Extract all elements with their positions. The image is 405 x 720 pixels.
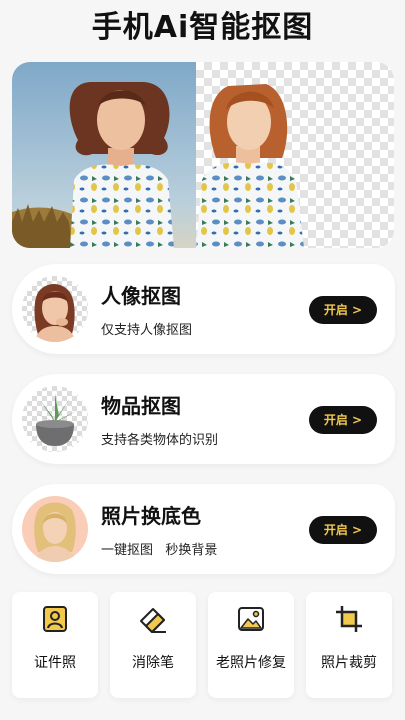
feature-card-object-cutout[interactable]: 物品抠图 支持各类物体的识别 开启 > (12, 374, 395, 464)
hero-before-after-image (12, 62, 394, 248)
tool-label: 消除笔 (132, 655, 174, 671)
start-button[interactable]: 开启 > (309, 406, 377, 434)
tool-old-photo-restore[interactable]: 老照片修复 (208, 592, 294, 698)
photo-restore-icon (238, 607, 264, 631)
portrait-peach-background-icon (22, 496, 88, 562)
tool-eraser[interactable]: 消除笔 (110, 592, 196, 698)
feature-title: 照片换底色 (101, 504, 201, 528)
start-button[interactable]: 开启 > (309, 516, 377, 544)
eraser-icon (140, 608, 166, 633)
feature-subtitle: 一键抠图 秒换背景 (101, 543, 218, 558)
portrait-avatar-icon (22, 276, 88, 342)
tool-label: 证件照 (34, 655, 76, 671)
potted-plant-icon (22, 386, 88, 452)
page-title: 手机Ai智能抠图 (91, 10, 314, 45)
tool-id-photo[interactable]: 证件照 (12, 592, 98, 698)
tool-photo-crop[interactable]: 照片裁剪 (306, 592, 392, 698)
feature-subtitle: 支持各类物体的识别 (101, 433, 219, 448)
tool-label: 照片裁剪 (321, 655, 377, 671)
crop-icon (336, 606, 362, 632)
feature-card-background-change[interactable]: 照片换底色 一键抠图 秒换背景 开启 > (12, 484, 395, 574)
feature-card-portrait-cutout[interactable]: 人像抠图 仅支持人像抠图 开启 > (12, 264, 395, 354)
tool-label: 老照片修复 (216, 655, 286, 671)
feature-title: 物品抠图 (101, 394, 181, 418)
id-photo-icon (43, 606, 67, 632)
start-button[interactable]: 开启 > (309, 296, 377, 324)
feature-title: 人像抠图 (101, 284, 181, 308)
feature-subtitle: 仅支持人像抠图 (101, 323, 193, 338)
